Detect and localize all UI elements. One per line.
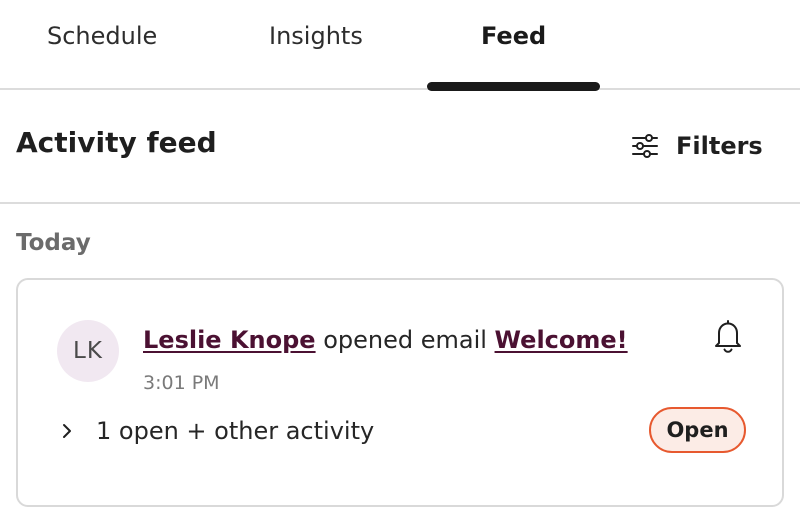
activity-summary: Leslie Knope opened email Welcome! bbox=[143, 326, 628, 354]
avatar: LK bbox=[57, 320, 119, 382]
expand-activity-toggle[interactable]: 1 open + other activity bbox=[58, 414, 374, 448]
expand-activity-label: 1 open + other activity bbox=[96, 417, 375, 445]
tab-bar: Schedule Insights Feed bbox=[0, 0, 800, 91]
tab-feed[interactable]: Feed bbox=[481, 22, 546, 50]
bell-icon[interactable] bbox=[708, 316, 748, 356]
tab-insights[interactable]: Insights bbox=[269, 22, 363, 50]
activity-card: LK Leslie Knope opened email Welcome! 3:… bbox=[16, 278, 784, 507]
email-link[interactable]: Welcome! bbox=[495, 326, 628, 354]
section-label-today: Today bbox=[16, 230, 91, 256]
tab-schedule[interactable]: Schedule bbox=[47, 22, 157, 50]
activity-timestamp: 3:01 PM bbox=[143, 372, 220, 394]
sliders-icon bbox=[630, 131, 660, 161]
feed-header: Activity feed Filters bbox=[0, 90, 800, 204]
filters-button[interactable]: Filters bbox=[630, 126, 763, 166]
activity-action-text: opened email bbox=[315, 326, 495, 354]
status-badge: Open bbox=[649, 407, 746, 453]
contact-link[interactable]: Leslie Knope bbox=[143, 326, 316, 354]
page-title: Activity feed bbox=[16, 126, 217, 159]
chevron-right-icon bbox=[58, 422, 76, 440]
filters-label: Filters bbox=[676, 132, 763, 160]
